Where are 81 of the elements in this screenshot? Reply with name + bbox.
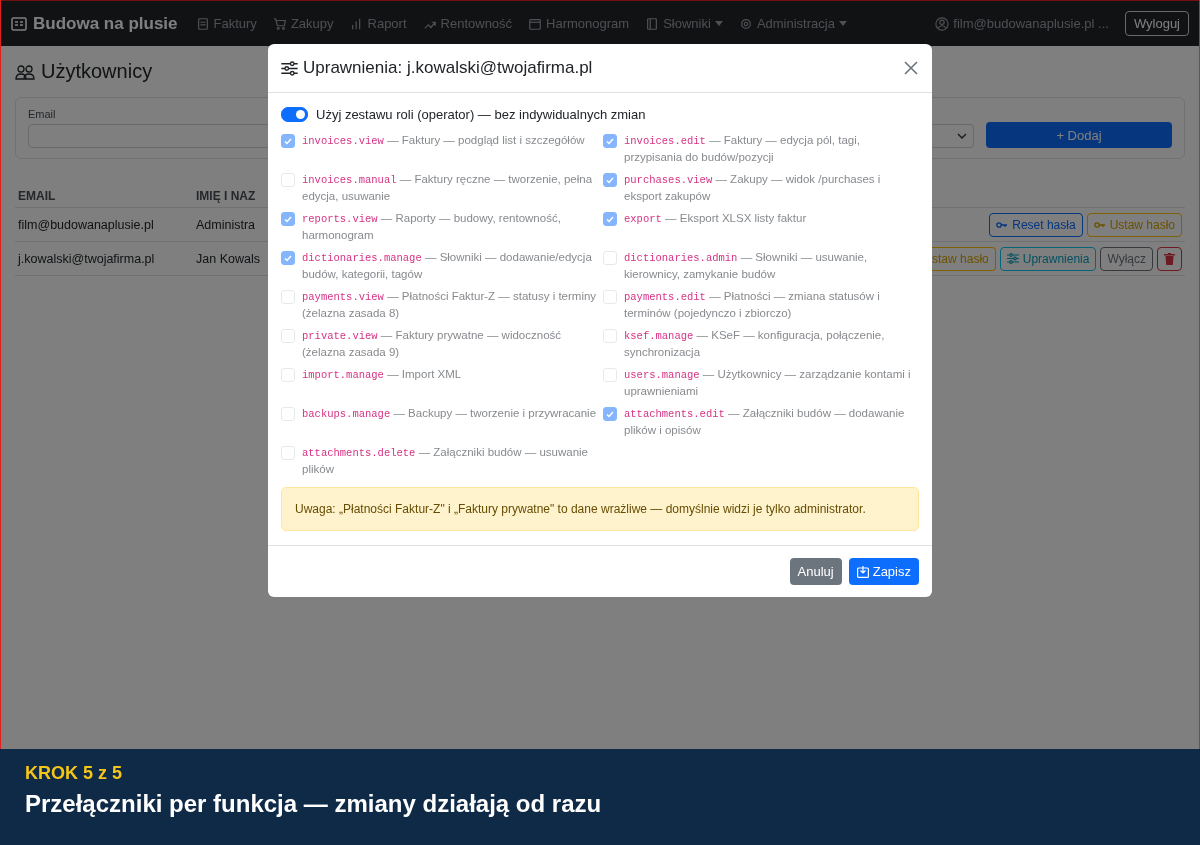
permission-checkbox[interactable] [603, 134, 617, 148]
check-icon [284, 215, 292, 223]
page-title: Użytkownicy [41, 60, 153, 83]
permission-label: payments.view — Płatności Faktur-Z — statusy i terminy (żelazna zasada 8) [302, 289, 597, 321]
column-header: IMIĘ I NAZ [196, 189, 256, 203]
permission-label: users.manage — Użytkownicy — zarządzanie kontami i uprawnieniami [624, 367, 912, 399]
table-cell-text: film@budowanaplusie.pl [18, 217, 155, 232]
table-cell: Jan Kowals [196, 251, 260, 266]
app-logo-icon [11, 15, 27, 32]
nav-link[interactable]: Rentowność [440, 16, 513, 31]
user-icon [935, 16, 950, 31]
permission-label: invoices.manual — Faktury ręczne — tworzenie, pełna edycja, usuwanie [302, 172, 594, 204]
permission-checkbox[interactable] [281, 212, 295, 226]
settings-icon [738, 16, 753, 31]
check-icon [606, 410, 614, 418]
warning-alert: Uwaga: „Płatności Faktur-Z" i „Faktury prywatne" to dane wrażliwe — domyślnie widzi je tylko administrator. [281, 487, 919, 531]
field-label: Email [28, 108, 56, 120]
permission-label: reports.view — Raporty — budowy, rentowność, harmonogram [302, 211, 562, 243]
permission-label: payments.edit — Płatności — zmiana statusów i terminów (pojedynczo i zbiorczo) [624, 289, 881, 321]
nav-link[interactable]: Administracja [756, 16, 835, 31]
check-icon [606, 215, 614, 223]
nav-link[interactable]: Raport [367, 16, 407, 31]
cancel-button[interactable]: Anuluj [789, 558, 842, 585]
book-icon [645, 16, 660, 31]
action-button[interactable]: Ustaw hasło [1086, 212, 1182, 237]
table-cell: Administra [196, 217, 256, 232]
delete-button[interactable] [1157, 246, 1182, 271]
toggle-label: Użyj zestawu roli (operator) — bez indywidualnych zmian [316, 107, 646, 122]
calendar-icon [528, 16, 543, 31]
save-button[interactable]: Zapisz [848, 558, 919, 585]
step-caption: Przełączniki per funkcja — zmiany działają od razu [25, 790, 603, 818]
permission-label: invoices.edit — Faktury — edycja pól, tagi, przypisania do budów/pozycji [624, 133, 861, 165]
caret-icon [714, 21, 723, 26]
key-icon [996, 220, 1009, 229]
permission-label: export — Eksport XLSX listy faktur [624, 211, 807, 227]
users-icon [15, 63, 35, 80]
chevron-down-icon [957, 133, 967, 139]
nav-link[interactable]: Słowniki [663, 16, 711, 31]
trash-icon [1164, 252, 1175, 265]
sliders-icon [281, 60, 298, 76]
check-icon [606, 137, 614, 145]
nav-link[interactable]: Faktury [213, 16, 257, 31]
check-icon [284, 254, 292, 262]
check-icon [606, 176, 614, 184]
permission-label: purchases.view — Zakupy — widok /purchases i eksport zakupów [624, 172, 882, 204]
permission-checkbox[interactable] [603, 173, 617, 187]
permission-label: invoices.view — Faktury — podgląd list i szczegółów [302, 133, 585, 149]
action-button[interactable]: Uprawnienia [999, 246, 1097, 271]
permission-label: attachments.delete — Załączniki budów — usuwanie plików [302, 445, 589, 477]
dialog-title: Uprawnienia: j.kowalski@twojafirma.pl [303, 58, 593, 78]
logout-button[interactable]: Wyloguj [1124, 11, 1189, 36]
cart-icon [272, 16, 287, 31]
key-icon [1093, 220, 1106, 229]
permission-checkbox[interactable] [281, 134, 295, 148]
action-button[interactable]: Reset hasła [989, 212, 1083, 237]
user-email[interactable]: film@budowanaplusie.pl ... [953, 16, 1109, 31]
doc-icon [195, 16, 210, 31]
nav-link[interactable]: Zakupy [290, 16, 334, 31]
permission-label: dictionaries.admin — Słowniki — usuwanie, kierownicy, zamykanie budów [624, 250, 869, 282]
permission-label: import.manage — Import XML [302, 367, 462, 383]
add-button[interactable]: + Dodaj [986, 122, 1172, 148]
action-button[interactable]: Wyłącz [1100, 246, 1153, 271]
check-icon [284, 137, 292, 145]
nav-link[interactable]: Harmonogram [546, 16, 630, 31]
permission-checkbox[interactable] [281, 251, 295, 265]
permission-checkbox[interactable] [603, 212, 617, 226]
brand-name[interactable]: Budowa na plusie [33, 13, 178, 34]
close-button[interactable] [904, 61, 918, 75]
step-label: KROK 5 z 5 [25, 763, 124, 784]
sliders-icon [1006, 253, 1019, 264]
role-toggle-switch[interactable] [281, 107, 308, 122]
permission-checkbox[interactable] [603, 407, 617, 421]
caret-icon [838, 21, 847, 26]
permission-label: attachments.edit — Załączniki budów — dodawanie plików i opisów [624, 406, 906, 438]
table-cell-text: j.kowalski@twojafirma.pl [18, 251, 156, 266]
column-header: EMAIL [18, 189, 57, 203]
permission-label: dictionaries.manage — Słowniki — dodawanie/edycja budów, kategorii, tagów [302, 250, 593, 282]
permission-label: ksef.manage — KSeF — konfiguracja, połączenie, synchronizacja [624, 328, 886, 360]
permission-label: private.view — Faktury prywatne — widoczność (żelazna zasada 9) [302, 328, 563, 360]
save-icon [856, 565, 869, 578]
permission-label: backups.manage — Backupy — tworzenie i przywracanie [302, 406, 597, 422]
